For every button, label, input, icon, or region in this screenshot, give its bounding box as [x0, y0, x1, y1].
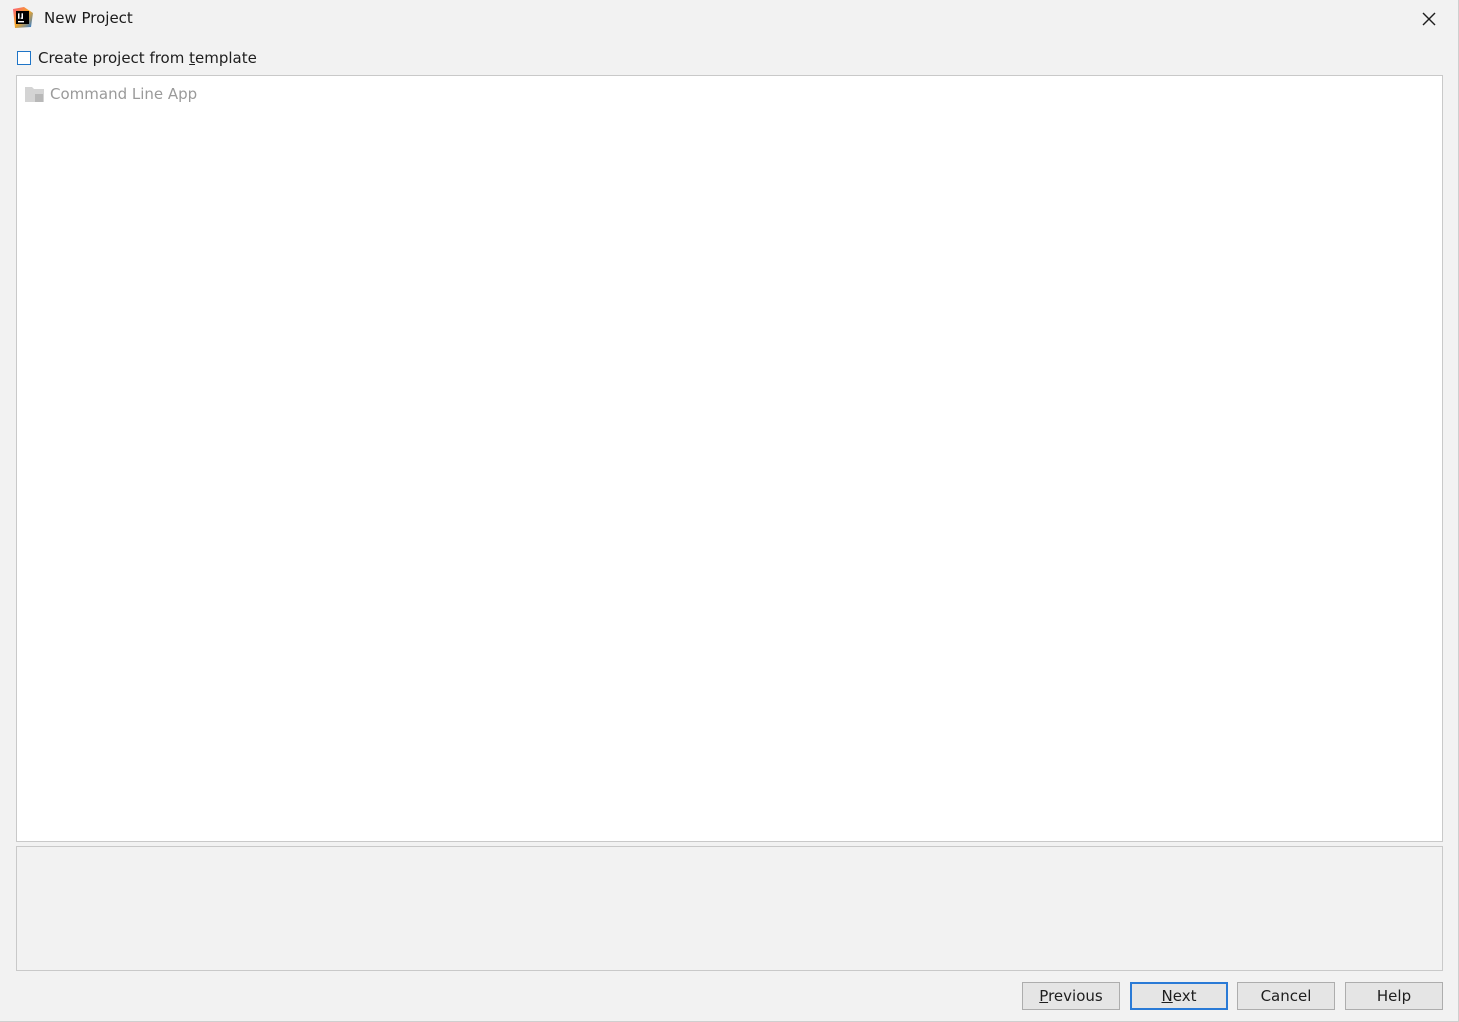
template-description-panel	[16, 846, 1443, 971]
folder-icon	[25, 87, 44, 102]
cancel-button[interactable]: Cancel	[1237, 982, 1335, 1010]
template-list[interactable]: Command Line App	[16, 75, 1443, 842]
create-from-template-option[interactable]: Create project from template	[17, 48, 257, 68]
title-bar: New Project	[0, 0, 1458, 36]
intellij-idea-icon	[13, 7, 33, 28]
create-from-template-label[interactable]: Create project from template	[38, 49, 257, 67]
next-button[interactable]: Next	[1130, 982, 1228, 1010]
list-item-label: Command Line App	[50, 85, 198, 103]
window-title: New Project	[44, 9, 133, 27]
create-from-template-checkbox[interactable]	[17, 51, 31, 65]
help-button[interactable]: Help	[1345, 982, 1443, 1010]
new-project-dialog: New Project Create project from template…	[0, 0, 1459, 1022]
close-icon[interactable]	[1418, 8, 1440, 30]
list-item-command-line-app[interactable]: Command Line App	[25, 84, 197, 104]
previous-button[interactable]: Previous	[1022, 982, 1120, 1010]
